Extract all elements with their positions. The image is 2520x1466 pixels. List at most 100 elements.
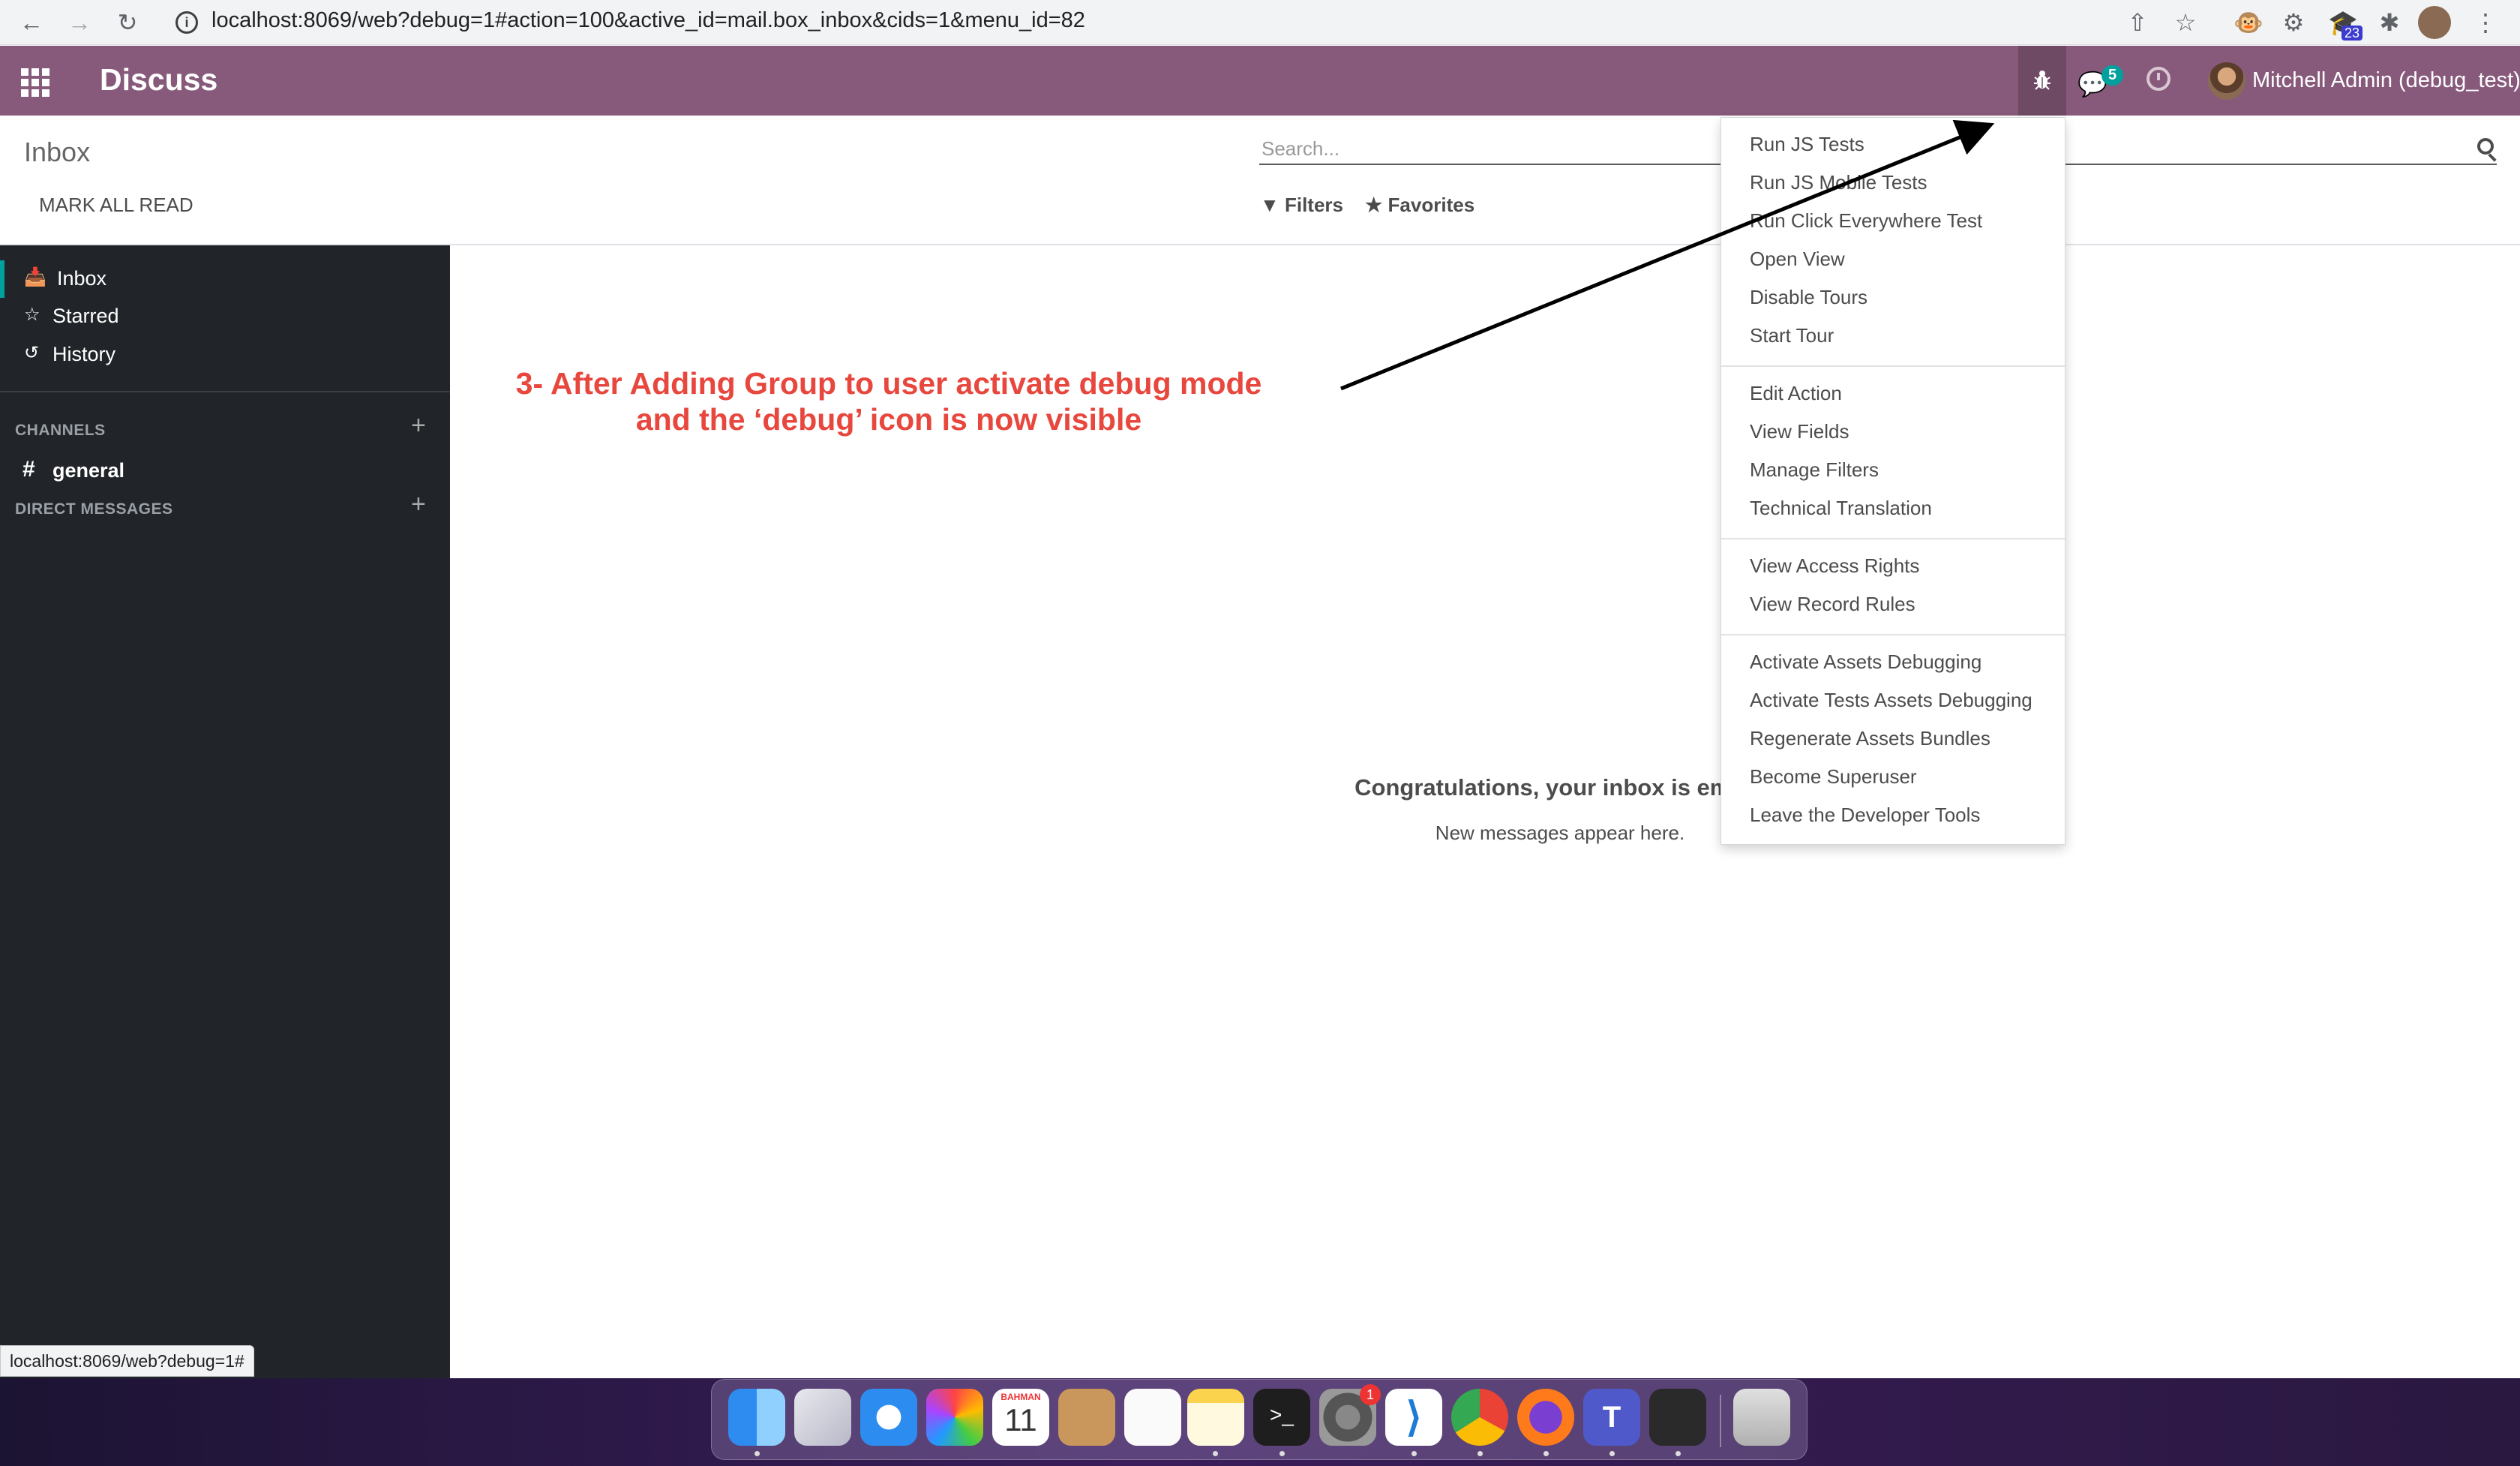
inbox-icon: 📥 (24, 267, 46, 287)
forward-icon[interactable]: → (62, 5, 98, 41)
debug-dropdown-menu: Run JS Tests Run JS Mobile Tests Run Cli… (1720, 117, 2066, 845)
terminal-icon[interactable]: >_ (1253, 1389, 1310, 1446)
running-indicator (1544, 1451, 1549, 1456)
vscode-icon[interactable]: ⟩ (1385, 1389, 1442, 1446)
menu-item-leave-developer-tools[interactable]: Leave the Developer Tools (1750, 804, 1980, 827)
menu-item-run-click-everywhere-test[interactable]: Run Click Everywhere Test (1750, 209, 1982, 233)
menu-item-run-js-mobile-tests[interactable]: Run JS Mobile Tests (1750, 171, 1928, 194)
extension-badge: 23 (2341, 26, 2362, 41)
page-title: Inbox (24, 137, 91, 167)
annotation-text: 3- After Adding Group to user activate d… (495, 365, 1282, 437)
direct-messages-header[interactable]: DIRECT MESSAGES (15, 500, 173, 518)
add-direct-message-icon[interactable]: + (411, 491, 426, 517)
share-icon[interactable]: ⇧ (2121, 6, 2154, 39)
extension-monkey-icon[interactable]: 🐵 (2232, 6, 2265, 39)
history-icon: ↺ (24, 343, 40, 363)
calendar-icon[interactable]: BAHMAN 11 (992, 1389, 1049, 1446)
menu-item-become-superuser[interactable]: Become Superuser (1750, 765, 1917, 789)
menu-item-view-record-rules[interactable]: View Record Rules (1750, 593, 1916, 616)
add-channel-icon[interactable]: + (411, 413, 426, 438)
running-indicator (1610, 1451, 1615, 1456)
utility-app-icon[interactable] (1649, 1389, 1706, 1446)
menu-divider (1721, 365, 2065, 367)
extension-cap-icon[interactable]: 🎓 23 (2326, 6, 2362, 41)
discuss-sidebar: 📥 Inbox ☆ Starred ↺ History CHANNELS + #… (0, 245, 450, 1378)
notification-badge: 1 (1360, 1384, 1381, 1405)
calendar-day: 11 (1004, 1402, 1037, 1437)
menu-item-view-fields[interactable]: View Fields (1750, 420, 1849, 443)
address-bar[interactable]: i localhost:8069/web?debug=1#action=100&… (162, 2, 2100, 43)
filters-button[interactable]: ▼ Filters (1260, 194, 1343, 217)
mark-all-read-button[interactable]: MARK ALL READ (39, 194, 194, 217)
menu-item-disable-tours[interactable]: Disable Tours (1750, 286, 1868, 309)
safari-icon[interactable] (860, 1389, 917, 1446)
menu-item-manage-filters[interactable]: Manage Filters (1750, 458, 1879, 482)
chat-counter-badge: 5 (2102, 65, 2124, 86)
sidebar-item-inbox[interactable]: 📥 Inbox (0, 260, 450, 298)
app-title[interactable]: Discuss (100, 62, 218, 98)
app-menu-icon[interactable] (21, 68, 51, 97)
menu-item-activate-assets-debugging[interactable]: Activate Assets Debugging (1750, 650, 1982, 674)
system-preferences-icon[interactable]: 1 (1319, 1384, 1381, 1446)
reload-icon[interactable]: ↻ (110, 5, 146, 41)
menu-item-view-access-rights[interactable]: View Access Rights (1750, 554, 1919, 578)
thread-view: 3- After Adding Group to user activate d… (450, 245, 2520, 1378)
search-icon[interactable] (2477, 138, 2494, 155)
sidebar-divider (0, 391, 450, 392)
menu-item-technical-translation[interactable]: Technical Translation (1750, 497, 1932, 520)
activity-clock-icon[interactable] (2146, 67, 2170, 91)
browser-toolbar: ← → ↻ i localhost:8069/web?debug=1#actio… (0, 0, 2520, 45)
menu-item-open-view[interactable]: Open View (1750, 248, 1845, 271)
contacts-icon[interactable] (1058, 1389, 1115, 1446)
launchpad-icon[interactable] (794, 1389, 851, 1446)
channel-item-general[interactable]: # general (0, 452, 450, 490)
site-info-icon[interactable]: i (176, 11, 198, 34)
channels-header[interactable]: CHANNELS (15, 422, 106, 440)
user-menu-name[interactable]: Mitchell Admin (debug_test) (2252, 68, 2520, 93)
teams-icon[interactable]: T (1583, 1389, 1640, 1446)
messaging-menu-button[interactable]: 💬 5 (2078, 65, 2124, 98)
trash-icon[interactable] (1733, 1389, 1790, 1446)
running-indicator (1213, 1451, 1218, 1456)
menu-item-regenerate-assets-bundles[interactable]: Regenerate Assets Bundles (1750, 727, 1990, 750)
star-icon: ☆ (24, 305, 40, 325)
user-avatar[interactable] (2208, 62, 2246, 100)
menu-item-start-tour[interactable]: Start Tour (1750, 324, 1834, 347)
running-indicator (1676, 1451, 1681, 1456)
menu-divider (1721, 538, 2065, 539)
chrome-icon[interactable] (1451, 1389, 1508, 1446)
filters-label: Filters (1284, 194, 1343, 216)
back-icon[interactable]: ← (14, 5, 50, 41)
annotation-line-1: 3- After Adding Group to user activate d… (515, 366, 1262, 401)
sidebar-item-label: History (52, 343, 116, 365)
finder-icon[interactable] (728, 1389, 785, 1446)
menu-item-activate-tests-assets-debugging[interactable]: Activate Tests Assets Debugging (1750, 689, 2032, 712)
debug-menu-button[interactable] (2018, 46, 2066, 116)
sidebar-item-history[interactable]: ↺ History (0, 336, 450, 374)
photos-icon[interactable] (926, 1389, 983, 1446)
extension-gear-icon[interactable]: ⚙ (2277, 6, 2310, 39)
status-bar-url: localhost:8069/web?debug=1# (0, 1345, 254, 1377)
bookmark-star-icon[interactable]: ☆ (2169, 6, 2202, 39)
extensions-puzzle-icon[interactable]: ✱ (2373, 6, 2406, 39)
control-panel: Inbox MARK ALL READ ▼ Filters ★ Favorite… (0, 116, 2520, 245)
firefox-icon[interactable] (1517, 1389, 1574, 1446)
favorites-button[interactable]: ★ Favorites (1365, 194, 1474, 217)
bug-icon (2034, 71, 2050, 90)
menu-item-run-js-tests[interactable]: Run JS Tests (1750, 133, 1864, 156)
star-filled-icon: ★ (1365, 194, 1383, 216)
calendar-month: BAHMAN (1000, 1392, 1041, 1402)
dock-separator (1720, 1395, 1721, 1447)
profile-avatar[interactable] (2418, 6, 2451, 39)
chrome-menu-icon[interactable]: ⋮ (2469, 6, 2502, 39)
sidebar-item-starred[interactable]: ☆ Starred (0, 298, 450, 335)
running-indicator (754, 1451, 760, 1456)
menu-item-edit-action[interactable]: Edit Action (1750, 382, 1842, 405)
notes-icon[interactable] (1187, 1389, 1244, 1446)
reminders-icon[interactable] (1124, 1389, 1181, 1446)
sidebar-item-label: Starred (52, 305, 119, 327)
hash-icon: # (22, 457, 35, 482)
favorites-label: Favorites (1388, 194, 1475, 216)
url-text[interactable]: localhost:8069/web?debug=1#action=100&ac… (212, 8, 1085, 33)
funnel-icon: ▼ (1260, 194, 1280, 216)
